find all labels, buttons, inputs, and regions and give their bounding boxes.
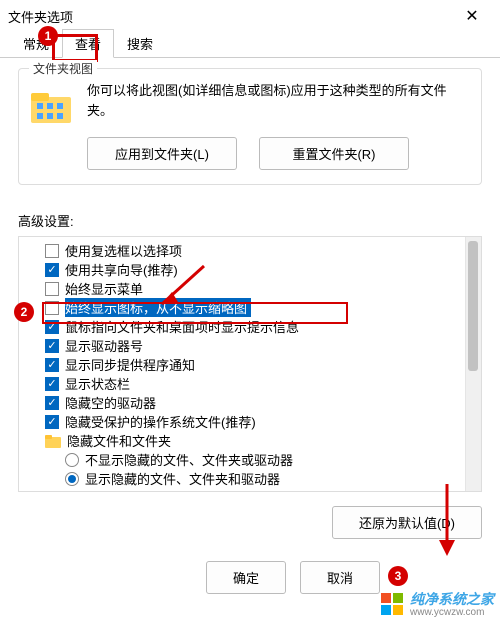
adv-item-label: 显示隐藏的文件、文件夹和驱动器	[85, 469, 280, 488]
watermark-url: www.ycwzw.com	[410, 607, 494, 618]
title-bar: 文件夹选项 ✕	[0, 0, 500, 32]
adv-item-show-drive-letters[interactable]: ✓显示驱动器号	[25, 336, 465, 355]
close-icon[interactable]: ✕	[452, 6, 492, 26]
adv-item-label: 隐藏文件夹合并冲突	[65, 488, 182, 491]
adv-item-label: 显示同步提供程序通知	[65, 355, 195, 374]
adv-item-sharing-wizard[interactable]: ✓使用共享向导(推荐)	[25, 260, 465, 279]
reset-folders-button[interactable]: 重置文件夹(R)	[259, 137, 409, 170]
advanced-settings-box: 使用复选框以选择项 ✓使用共享向导(推荐) 始终显示菜单 始终显示图标，从不显示…	[18, 236, 482, 492]
tab-search[interactable]: 搜索	[114, 29, 166, 58]
watermark-text: 纯净系统之家	[410, 589, 494, 609]
adv-item-show-status-bar[interactable]: ✓显示状态栏	[25, 374, 465, 393]
adv-item-label: 使用复选框以选择项	[65, 241, 182, 260]
scrollbar-thumb[interactable]	[468, 241, 478, 371]
adv-item-hide-protected-os[interactable]: ✓隐藏受保护的操作系统文件(推荐)	[25, 412, 465, 431]
adv-item-hidden-files-folder[interactable]: 隐藏文件和文件夹	[25, 431, 465, 450]
adv-item-hide-empty-drives[interactable]: ✓隐藏空的驱动器	[25, 393, 465, 412]
adv-item-use-checkboxes[interactable]: 使用复选框以选择项	[25, 241, 465, 260]
adv-item-label: 显示驱动器号	[65, 336, 143, 355]
adv-item-always-show-menu[interactable]: 始终显示菜单	[25, 279, 465, 298]
restore-defaults-button[interactable]: 还原为默认值(D)	[332, 506, 482, 539]
adv-item-label: 隐藏空的驱动器	[65, 393, 156, 412]
annotation-badge-2: 2	[14, 302, 34, 322]
adv-item-label: 隐藏文件和文件夹	[67, 431, 171, 450]
adv-item-label: 始终显示菜单	[65, 279, 143, 298]
adv-item-label: 隐藏受保护的操作系统文件(推荐)	[65, 412, 256, 431]
cancel-button[interactable]: 取消	[300, 561, 380, 594]
adv-item-radio-show-hidden[interactable]: 显示隐藏的文件、文件夹和驱动器	[25, 469, 465, 488]
adv-item-sync-notifications[interactable]: ✓显示同步提供程序通知	[25, 355, 465, 374]
annotation-highlight-item	[42, 302, 348, 324]
scrollbar[interactable]	[465, 237, 481, 491]
ok-button[interactable]: 确定	[206, 561, 286, 594]
folder-icon	[29, 89, 73, 125]
apply-to-folders-button[interactable]: 应用到文件夹(L)	[87, 137, 237, 170]
advanced-settings-list: 使用复选框以选择项 ✓使用共享向导(推荐) 始终显示菜单 始终显示图标，从不显示…	[19, 237, 465, 491]
dialog-footer: 确定 取消	[206, 561, 390, 594]
advanced-settings-label: 高级设置:	[18, 211, 482, 230]
folder-view-group: 文件夹视图 你可以将此视图(如详细信息或图标)应用于这种类型的所有文件夹。 应用…	[18, 68, 482, 185]
adv-item-label: 使用共享向导(推荐)	[65, 260, 178, 279]
annotation-badge-3: 3	[388, 566, 408, 586]
adv-item-label: 不显示隐藏的文件、文件夹或驱动器	[85, 450, 293, 469]
annotation-highlight-tab	[52, 34, 98, 62]
annotation-badge-1: 1	[38, 26, 58, 46]
watermark-logo-icon	[380, 592, 404, 616]
folder-view-group-label: 文件夹视图	[29, 60, 97, 77]
folder-view-desc: 你可以将此视图(如详细信息或图标)应用于这种类型的所有文件夹。	[87, 81, 471, 120]
folder-small-icon	[45, 434, 61, 448]
watermark: 纯净系统之家 www.ycwzw.com	[380, 589, 494, 618]
window-title: 文件夹选项	[8, 7, 452, 26]
adv-item-radio-dont-show-hidden[interactable]: 不显示隐藏的文件、文件夹或驱动器	[25, 450, 465, 469]
adv-item-label: 显示状态栏	[65, 374, 130, 393]
adv-item-merge-conflicts[interactable]: ✓隐藏文件夹合并冲突	[25, 488, 465, 491]
